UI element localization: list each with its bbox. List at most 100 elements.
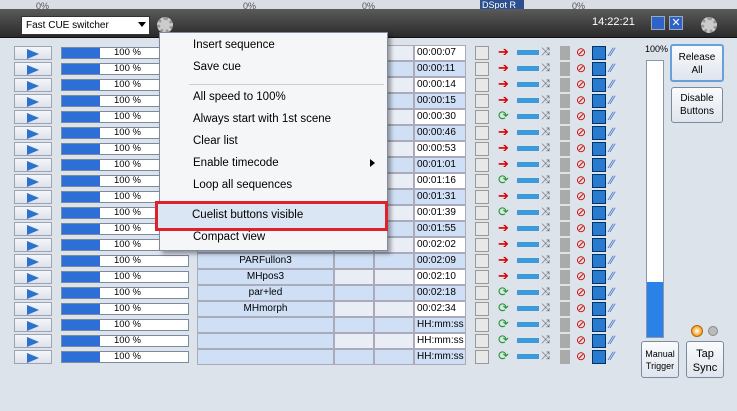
film-icon[interactable] — [475, 350, 489, 364]
blue-arrow-icon[interactable] — [517, 258, 539, 263]
speed-bar[interactable]: 100 % — [61, 351, 189, 363]
wave-icon[interactable]: ∕∕ — [610, 334, 626, 348]
speed-bar[interactable]: 100 % — [61, 255, 189, 267]
speed-bar[interactable]: 100 % — [61, 319, 189, 331]
shuffle-icon[interactable]: ⤨ — [541, 270, 555, 284]
play-button[interactable] — [14, 142, 52, 156]
play-button[interactable] — [14, 222, 52, 236]
manual-trigger-button[interactable]: Manual Trigger — [641, 341, 679, 378]
play-button[interactable] — [14, 78, 52, 92]
shuffle-icon[interactable]: ⤨ — [541, 286, 555, 300]
wave-icon[interactable]: ∕∕ — [610, 94, 626, 108]
film-icon[interactable] — [475, 62, 489, 76]
no-bounce-icon[interactable]: ⊘ — [576, 78, 588, 92]
no-bounce-icon[interactable]: ⊘ — [576, 318, 588, 332]
flag-icon[interactable] — [560, 190, 570, 204]
menu-item-cuelist-buttons-visible[interactable]: Cuelist buttons visible — [155, 201, 388, 231]
arrow-right-icon[interactable]: ➔ — [498, 221, 516, 236]
arrow-right-icon[interactable]: ➔ — [498, 45, 516, 60]
speed-bar[interactable]: 100 % — [61, 287, 189, 299]
film-icon[interactable] — [475, 174, 489, 188]
no-bounce-icon[interactable]: ⊘ — [576, 174, 588, 188]
shuffle-icon[interactable]: ⤨ — [541, 126, 555, 140]
blue-arrow-icon[interactable] — [517, 146, 539, 151]
flag-icon[interactable] — [560, 110, 570, 124]
magnet-icon[interactable] — [592, 206, 606, 220]
blue-arrow-icon[interactable] — [517, 162, 539, 167]
cue-name[interactable]: par+led — [197, 285, 334, 301]
cue-time[interactable]: 00:00:30 — [414, 109, 466, 125]
blue-arrow-icon[interactable] — [517, 194, 539, 199]
magnet-icon[interactable] — [592, 62, 606, 76]
loop-icon[interactable]: ⟳ — [498, 109, 516, 124]
cue-time[interactable]: HH:mm:ss — [414, 317, 466, 333]
wave-icon[interactable]: ∕∕ — [610, 350, 626, 364]
loop-icon[interactable]: ⟳ — [498, 173, 516, 188]
gear-icon[interactable] — [157, 17, 173, 33]
arrow-right-icon[interactable]: ➔ — [498, 269, 516, 284]
film-icon[interactable] — [475, 110, 489, 124]
loop-icon[interactable]: ⟳ — [498, 333, 516, 348]
film-icon[interactable] — [475, 254, 489, 268]
cue-time[interactable]: 00:00:53 — [414, 141, 466, 157]
shuffle-icon[interactable]: ⤨ — [541, 62, 555, 76]
play-button[interactable] — [14, 254, 52, 268]
blue-arrow-icon[interactable] — [517, 226, 539, 231]
arrow-right-icon[interactable]: ➔ — [498, 189, 516, 204]
flag-icon[interactable] — [560, 222, 570, 236]
close-icon[interactable]: ✕ — [669, 16, 683, 30]
cue-time[interactable]: HH:mm:ss — [414, 349, 466, 365]
no-bounce-icon[interactable]: ⊘ — [576, 254, 588, 268]
shuffle-icon[interactable]: ⤨ — [541, 78, 555, 92]
cue-time[interactable]: HH:mm:ss — [414, 333, 466, 349]
flag-icon[interactable] — [560, 46, 570, 60]
film-icon[interactable] — [475, 190, 489, 204]
shuffle-icon[interactable]: ⤨ — [541, 174, 555, 188]
film-icon[interactable] — [475, 126, 489, 140]
flag-icon[interactable] — [560, 286, 570, 300]
cue-cell[interactable] — [334, 301, 374, 317]
shuffle-icon[interactable]: ⤨ — [541, 222, 555, 236]
blue-arrow-icon[interactable] — [517, 306, 539, 311]
film-icon[interactable] — [475, 238, 489, 252]
shuffle-icon[interactable]: ⤨ — [541, 238, 555, 252]
cue-time[interactable]: 00:02:09 — [414, 253, 466, 269]
shuffle-icon[interactable]: ⤨ — [541, 334, 555, 348]
flag-icon[interactable] — [560, 270, 570, 284]
magnet-icon[interactable] — [592, 318, 606, 332]
blue-arrow-icon[interactable] — [517, 178, 539, 183]
arrow-right-icon[interactable]: ➔ — [498, 157, 516, 172]
tap-sync-button[interactable]: Tap Sync — [686, 341, 724, 378]
cue-time[interactable]: 00:02:02 — [414, 237, 466, 253]
cue-name[interactable]: MHmorph — [197, 301, 334, 317]
loop-icon[interactable]: ⟳ — [498, 349, 516, 364]
play-button[interactable] — [14, 46, 52, 60]
cue-time[interactable]: 00:01:16 — [414, 173, 466, 189]
cue-cell[interactable] — [334, 317, 374, 333]
cue-cell[interactable] — [374, 333, 414, 349]
wave-icon[interactable]: ∕∕ — [610, 78, 626, 92]
no-bounce-icon[interactable]: ⊘ — [576, 222, 588, 236]
blue-arrow-icon[interactable] — [517, 82, 539, 87]
flag-icon[interactable] — [560, 254, 570, 268]
wave-icon[interactable]: ∕∕ — [610, 206, 626, 220]
flag-icon[interactable] — [560, 142, 570, 156]
no-bounce-icon[interactable]: ⊘ — [576, 142, 588, 156]
cue-time[interactable]: 00:01:39 — [414, 205, 466, 221]
cue-cell[interactable] — [374, 285, 414, 301]
cue-time[interactable]: 00:00:46 — [414, 125, 466, 141]
arrow-right-icon[interactable]: ➔ — [498, 141, 516, 156]
wave-icon[interactable]: ∕∕ — [610, 62, 626, 76]
shuffle-icon[interactable]: ⤨ — [541, 350, 555, 364]
speed-bar[interactable]: 100 % — [61, 335, 189, 347]
cue-time[interactable]: 00:02:10 — [414, 269, 466, 285]
no-bounce-icon[interactable]: ⊘ — [576, 110, 588, 124]
no-bounce-icon[interactable]: ⊘ — [576, 158, 588, 172]
loop-icon[interactable]: ⟳ — [498, 285, 516, 300]
wave-icon[interactable]: ∕∕ — [610, 110, 626, 124]
cue-cell[interactable] — [374, 253, 414, 269]
cue-cell[interactable] — [374, 301, 414, 317]
film-icon[interactable] — [475, 142, 489, 156]
magnet-icon[interactable] — [592, 158, 606, 172]
cue-name[interactable] — [197, 333, 334, 349]
